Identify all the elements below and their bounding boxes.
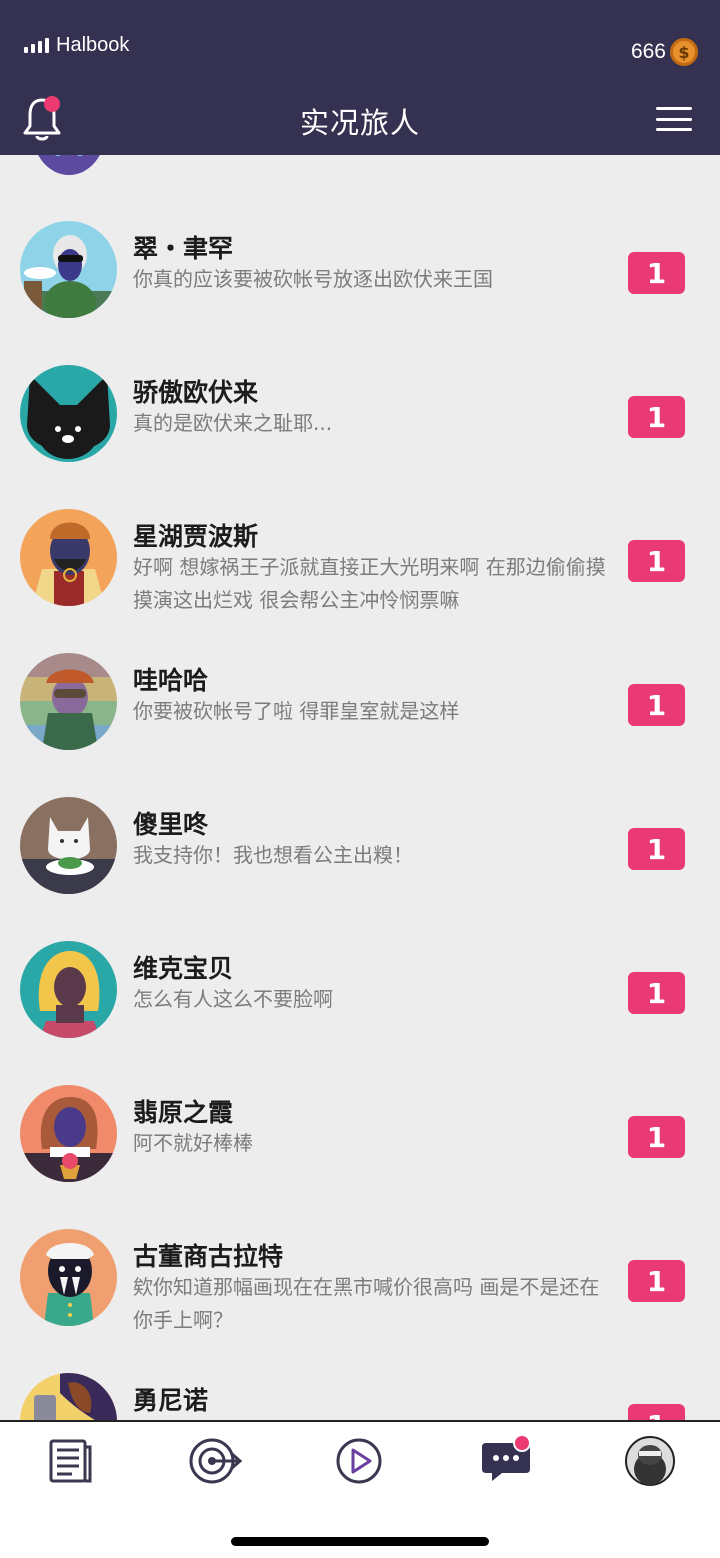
carrier-name: Halbook [56, 34, 130, 56]
profile-avatar [625, 1436, 675, 1486]
menu-icon[interactable] [656, 107, 692, 131]
app-header: Halbook 666 $ 实况旅人 [0, 0, 720, 155]
bottom-tab-bar [0, 1420, 720, 1558]
unread-badge: 1 [628, 252, 685, 294]
sender-name: 古董商古拉特 [133, 1242, 284, 1271]
status-bar: Halbook [24, 34, 129, 57]
unread-badge: 1 [628, 1116, 685, 1158]
avatar[interactable] [20, 1085, 117, 1182]
sender-name: 星湖贾波斯 [133, 522, 259, 551]
avatar[interactable] [20, 941, 117, 1038]
sender-name: 傻里咚 [133, 810, 209, 839]
avatar[interactable] [20, 509, 117, 606]
message-preview: 你要被砍帐号了啦 得罪皇室就是这样 [133, 699, 460, 723]
avatar[interactable] [20, 221, 117, 318]
unread-badge: 1 [628, 828, 685, 870]
sender-name: 哇哈哈 [133, 666, 209, 695]
tab-target[interactable] [186, 1436, 246, 1486]
tab-profile[interactable] [620, 1436, 680, 1486]
sender-name: 翡原之霞 [133, 1098, 234, 1127]
list-item[interactable]: 星湖贾波斯 好啊 想嫁祸王子派就直接正大光明来啊 在那边偷偷摸摸演这出烂戏 很会… [0, 509, 720, 649]
unread-badge: 1 [628, 684, 685, 726]
avatar[interactable] [32, 155, 106, 175]
chat-notification-dot [513, 1434, 531, 1452]
tab-play[interactable] [329, 1436, 389, 1486]
play-icon [336, 1438, 382, 1484]
target-icon [189, 1438, 243, 1484]
sender-name: 翠・聿罕 [133, 234, 234, 263]
message-preview: 欸你知道那幅画现在在黑市喊价很高吗 画是不是还在你手上啊？ [133, 1275, 600, 1332]
message-preview: 阿不就好棒棒 [133, 1131, 253, 1155]
list-item[interactable]: 骄傲欧伏来 真的是欧伏来之耻耶... 1 [0, 365, 720, 505]
list-item[interactable]: 翡原之霞 阿不就好棒棒 1 [0, 1085, 720, 1225]
list-item[interactable]: 翠・聿罕 你真的应该要被砍帐号放逐出欧伏来王国 1 [0, 221, 720, 361]
message-preview: 你真的应该要被砍帐号放逐出欧伏来王国 [133, 267, 493, 291]
avatar[interactable] [20, 797, 117, 894]
list-item[interactable]: 傻里咚 我支持你！我也想看公主出糗！ 1 [0, 797, 720, 937]
unread-badge: 1 [628, 972, 685, 1014]
message-preview: 怎么有人这么不要脸啊 [133, 987, 333, 1011]
message-preview: 真的是欧伏来之耻耶... [133, 411, 333, 435]
coin-count: 666 [630, 40, 666, 63]
avatar[interactable] [20, 365, 117, 462]
sender-name: 维克宝贝 [133, 954, 234, 983]
message-preview: 好啊 想嫁祸王子派就直接正大光明来啊 在那边偷偷摸摸演这出烂戏 很会帮公主冲怜悯… [133, 555, 606, 612]
signal-icon [24, 38, 49, 53]
list-item[interactable]: 古董商古拉特 欸你知道那幅画现在在黑市喊价很高吗 画是不是还在你手上啊？ 1 [0, 1229, 720, 1369]
coin-balance[interactable]: 666 $ [631, 38, 698, 66]
list-item[interactable]: 勇尼诺 1 [0, 1373, 720, 1420]
unread-badge: 1 [628, 1260, 685, 1302]
avatar[interactable] [20, 1229, 117, 1326]
avatar[interactable] [20, 653, 117, 750]
list-item[interactable]: 哇哈哈 你要被砍帐号了啦 得罪皇室就是这样 1 [0, 653, 720, 793]
unread-badge: 1 [628, 540, 685, 582]
message-preview: 我支持你！我也想看公主出糗！ [133, 843, 413, 867]
home-indicator [231, 1537, 489, 1546]
news-icon [49, 1439, 92, 1483]
page-title: 实况旅人 [299, 106, 420, 140]
unread-badge: 1 [628, 1404, 685, 1420]
message-list[interactable]: 翠・聿罕 你真的应该要被砍帐号放逐出欧伏来王国 1 骄傲欧伏来 真的是欧伏来之耻… [0, 155, 720, 1420]
list-item[interactable]: 维克宝贝 怎么有人这么不要脸啊 1 [0, 941, 720, 1081]
unread-badge: 1 [628, 396, 685, 438]
sender-name: 骄傲欧伏来 [133, 378, 259, 407]
avatar[interactable] [20, 1373, 117, 1420]
tab-news[interactable] [40, 1436, 100, 1486]
sender-name: 勇尼诺 [133, 1386, 209, 1415]
coin-icon: $ [670, 38, 698, 66]
